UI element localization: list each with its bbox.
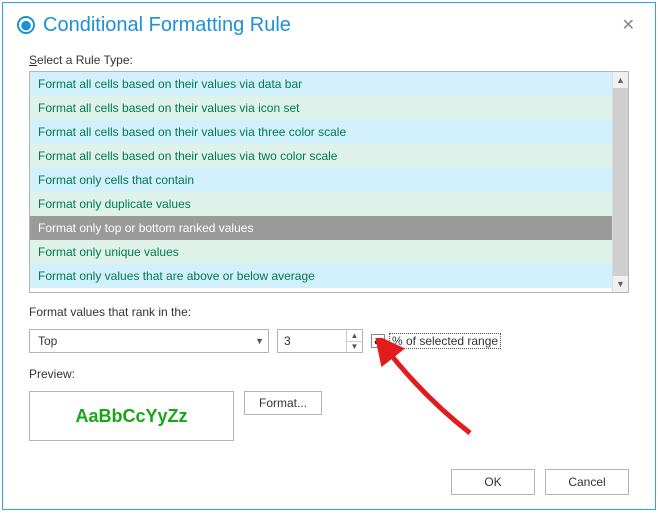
dialog-footer: OK Cancel [29,459,629,495]
preview-row: AaBbCcYyZz Format... [29,391,629,441]
rule-type-scrollbar[interactable]: ▲ ▼ [612,72,628,292]
rule-type-row[interactable]: Format only cells that contain [30,168,612,192]
rule-type-row[interactable]: Format only top or bottom ranked values [30,216,612,240]
spinner-down-icon[interactable]: ▼ [347,342,362,353]
close-button[interactable]: ✕ [616,13,641,37]
percent-of-range-checkbox[interactable]: ✔ % of selected range [371,333,501,349]
rule-type-row[interactable]: Format all cells based on their values v… [30,96,612,120]
percent-of-range-label: % of selected range [389,333,501,349]
rank-direction-value: Top [38,334,57,348]
rule-type-row[interactable]: Format only values that are above or bel… [30,264,612,288]
conditional-formatting-dialog: ⬤ Conditional Formatting Rule ✕ Select a… [2,2,656,510]
title-bar: ⬤ Conditional Formatting Rule ✕ [3,3,655,43]
rank-controls-row: Top ▼ 3 ▲ ▼ ✔ % of selected range [29,329,629,353]
rule-type-row[interactable]: Format all cells based on their values v… [30,144,612,168]
scroll-down-icon[interactable]: ▼ [613,276,628,292]
spinner-up-icon[interactable]: ▲ [347,330,362,342]
rank-value-spinner[interactable]: 3 ▲ ▼ [277,329,363,353]
spinner-buttons: ▲ ▼ [346,330,362,352]
rule-type-row[interactable]: Format only duplicate values [30,192,612,216]
ok-button[interactable]: OK [451,469,535,495]
checkbox-box: ✔ [371,334,385,348]
rule-type-label: Select a Rule Type: [29,53,629,67]
chevron-down-icon: ▼ [255,336,264,346]
rank-label: Format values that rank in the: [29,305,629,319]
rule-type-list-rows[interactable]: Format all cells based on their values v… [30,72,612,292]
format-button[interactable]: Format... [244,391,322,415]
rule-type-row[interactable]: Format only unique values [30,240,612,264]
rule-type-row[interactable]: Format all cells based on their values v… [30,120,612,144]
rule-type-row[interactable]: Format all cells based on their values v… [30,72,612,96]
rank-value[interactable]: 3 [278,330,346,352]
scroll-up-icon[interactable]: ▲ [613,72,628,88]
dialog-body: Select a Rule Type: Format all cells bas… [3,43,655,509]
preview-sample: AaBbCcYyZz [29,391,234,441]
cancel-button[interactable]: Cancel [545,469,629,495]
app-icon: ⬤ [17,16,35,34]
dialog-title: Conditional Formatting Rule [43,14,291,37]
rule-type-list: Format all cells based on their values v… [29,71,629,293]
scroll-thumb[interactable] [613,88,628,276]
rank-direction-dropdown[interactable]: Top ▼ [29,329,269,353]
preview-label: Preview: [29,367,629,381]
